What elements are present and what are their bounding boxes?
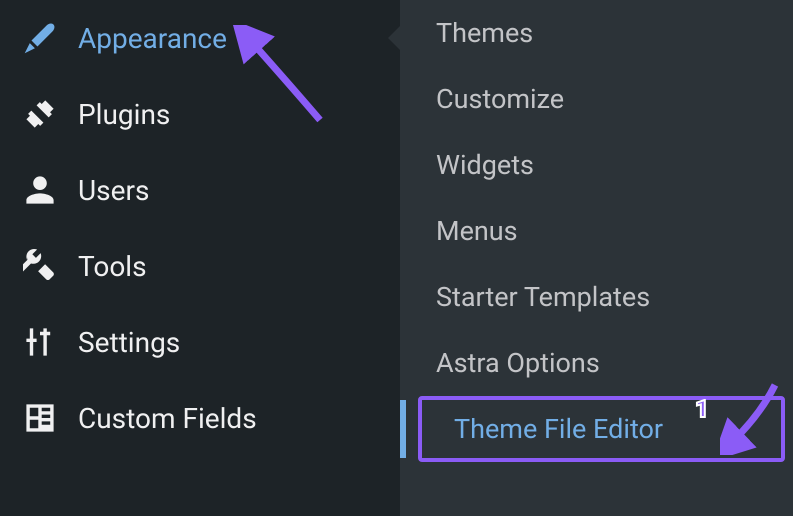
annotation-highlight-box: Theme File Editor [418, 396, 785, 462]
menu-label: Settings [78, 326, 180, 359]
submenu-item-themes[interactable]: Themes [400, 0, 793, 66]
sidebar-item-users[interactable]: Users [0, 152, 400, 228]
submenu-label: Menus [436, 215, 518, 247]
submenu-item-starter-templates[interactable]: Starter Templates [400, 264, 793, 330]
submenu-item-menus[interactable]: Menus [400, 198, 793, 264]
menu-label: Appearance [78, 22, 227, 55]
submenu-item-theme-file-editor[interactable]: Theme File Editor [400, 396, 793, 462]
plug-icon [20, 94, 60, 134]
sliders-icon [20, 322, 60, 362]
sidebar-item-settings[interactable]: Settings [0, 304, 400, 380]
layout-icon [20, 398, 60, 438]
sidebar-item-appearance[interactable]: Appearance [0, 0, 400, 76]
menu-label: Users [78, 174, 149, 207]
submenu-label: Theme File Editor [454, 413, 663, 445]
sidebar-item-custom-fields[interactable]: Custom Fields [0, 380, 400, 456]
main-menu: Appearance Plugins Users Tools Settings [0, 0, 400, 516]
user-icon [20, 170, 60, 210]
menu-label: Tools [78, 250, 147, 283]
paintbrush-icon [20, 18, 60, 58]
submenu-appearance: Themes Customize Widgets Menus Starter T… [400, 0, 793, 516]
submenu-item-astra-options[interactable]: Astra Options [400, 330, 793, 396]
submenu-item-customize[interactable]: Customize [400, 66, 793, 132]
submenu-label: Themes [436, 17, 533, 49]
menu-label: Custom Fields [78, 402, 257, 435]
sidebar-item-tools[interactable]: Tools [0, 228, 400, 304]
submenu-label: Widgets [436, 149, 534, 181]
sidebar-item-plugins[interactable]: Plugins [0, 76, 400, 152]
submenu-label: Starter Templates [436, 281, 650, 313]
submenu-label: Astra Options [436, 347, 600, 379]
admin-menu: Appearance Plugins Users Tools Settings [0, 0, 793, 516]
submenu-item-widgets[interactable]: Widgets [400, 132, 793, 198]
wrench-icon [20, 246, 60, 286]
menu-label: Plugins [78, 98, 170, 131]
submenu-label: Customize [436, 83, 564, 115]
